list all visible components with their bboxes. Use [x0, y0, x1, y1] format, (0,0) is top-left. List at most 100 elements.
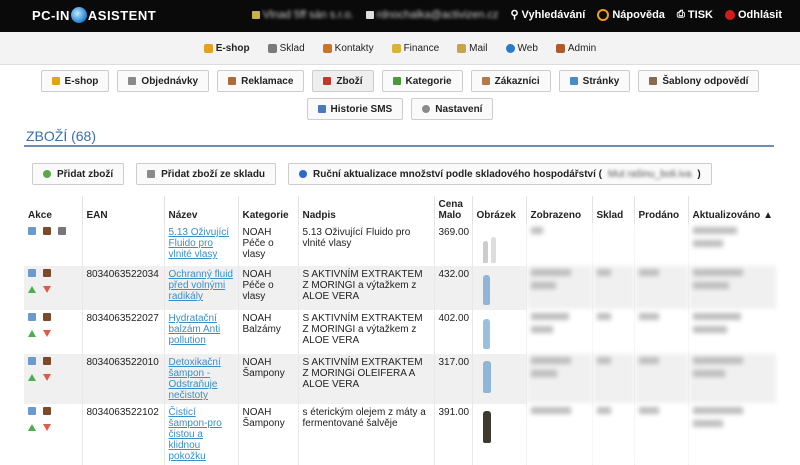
main-nav-kontakty[interactable]: Kontakty	[322, 43, 374, 54]
row-category: NOAH Péče o vlasy	[238, 224, 299, 266]
row-sold-blurred	[634, 266, 689, 310]
row-actions	[24, 266, 83, 310]
col-price[interactable]: Cena Malo	[434, 196, 473, 224]
col-actions[interactable]: Akce	[24, 196, 83, 224]
main-nav-eshop[interactable]: E-shop	[203, 43, 250, 54]
goods-icon	[323, 77, 332, 85]
sub-nav: E-shop Objednávky Reklamace Zboží Katego…	[6, 70, 794, 120]
add-from-stock-button[interactable]: Přidat zboží ze skladu	[136, 163, 277, 185]
row-price: 391.00	[434, 404, 473, 465]
copy-icon[interactable]	[43, 269, 51, 277]
trash-icon[interactable]	[58, 227, 66, 235]
row-shown-blurred	[526, 310, 593, 354]
table-row: 8034063522102 Čisticí šampon-pro čistou …	[24, 404, 776, 465]
col-sold[interactable]: Prodáno	[634, 196, 689, 224]
move-up-icon[interactable]	[28, 286, 36, 293]
main-nav-mail[interactable]: Mail	[457, 43, 488, 54]
product-name-link[interactable]: Hydratační balzám Anti pollution	[169, 313, 221, 346]
row-updated-blurred	[688, 404, 776, 465]
table-row: 8034063522027 Hydratační balzám Anti pol…	[24, 310, 776, 354]
row-image	[472, 310, 527, 354]
row-price: 369.00	[434, 224, 473, 266]
row-sold-blurred	[634, 354, 689, 404]
main-nav-admin[interactable]: Admin	[555, 43, 596, 54]
product-name-link[interactable]: 5.13 Oživující Fluido pro vlnité vlasy	[169, 227, 230, 260]
col-category[interactable]: Kategorie	[238, 196, 299, 224]
product-name-link[interactable]: Detoxikační šampon - Odstraňuje nečistot…	[169, 357, 221, 401]
product-name-link[interactable]: Ochranný fluid před volnými radikály	[169, 269, 233, 302]
hammer-icon	[228, 77, 237, 85]
move-up-icon[interactable]	[28, 424, 36, 431]
tab-templates[interactable]: Šablony odpovědí	[638, 70, 760, 92]
row-title: 5.13 Oživující Fluido pro vlnité vlasy	[298, 224, 435, 266]
copy-icon[interactable]	[43, 357, 51, 365]
row-ean: 8034063522027	[82, 310, 165, 354]
tab-complaints[interactable]: Reklamace	[217, 70, 305, 92]
col-name[interactable]: Název	[164, 196, 239, 224]
tab-customers[interactable]: Zákazníci	[470, 70, 551, 92]
tab-pages[interactable]: Stránky	[558, 70, 631, 92]
tab-orders[interactable]: Objednávky	[117, 70, 210, 92]
edit-icon[interactable]	[28, 407, 36, 415]
copy-icon[interactable]	[43, 407, 51, 415]
main-nav-web[interactable]: Web	[505, 43, 538, 54]
row-price: 402.00	[434, 310, 473, 354]
row-category: NOAH Šampony	[238, 354, 299, 404]
tab-eshop[interactable]: E-shop	[40, 70, 110, 92]
main-nav-finance[interactable]: Finance	[391, 43, 439, 54]
logout-link[interactable]: Odhlásit	[724, 8, 782, 21]
add-product-button[interactable]: Přidat zboží	[32, 163, 125, 185]
row-actions	[24, 224, 83, 266]
row-actions	[24, 354, 83, 404]
help-link[interactable]: Nápověda	[597, 8, 665, 21]
row-price: 432.00	[434, 266, 473, 310]
row-title: s éterickým olejem z máty a fermentované…	[298, 404, 435, 465]
col-shown[interactable]: Zobrazeno	[526, 196, 593, 224]
app-logo[interactable]: PC-IN ASISTENT	[32, 7, 156, 23]
edit-icon[interactable]	[28, 313, 36, 321]
globe-icon	[505, 43, 515, 53]
move-down-icon[interactable]	[43, 374, 51, 381]
move-up-icon[interactable]	[28, 374, 36, 381]
row-stock-blurred	[592, 224, 635, 266]
table-header: Akce EAN Název Kategorie Nadpis Cena Mal…	[24, 196, 776, 224]
copy-icon[interactable]	[43, 227, 51, 235]
tab-settings[interactable]: Nastavení	[411, 98, 494, 120]
row-shown-blurred	[526, 354, 593, 404]
print-link[interactable]: ⎙ TISK	[677, 8, 713, 21]
col-image[interactable]: Obrázek	[472, 196, 527, 224]
tab-goods[interactable]: Zboží	[312, 70, 374, 92]
action-buttons: Přidat zboží Přidat zboží ze skladu Ručn…	[32, 163, 712, 185]
tab-categories[interactable]: Kategorie	[381, 70, 463, 92]
col-updated[interactable]: Aktualizováno ▲	[688, 196, 776, 224]
print-label: TISK	[687, 8, 713, 21]
row-image	[472, 354, 527, 404]
copy-icon[interactable]	[43, 313, 51, 321]
tab-sms-history[interactable]: Historie SMS	[306, 98, 404, 120]
row-ean: 8034063522102	[82, 404, 165, 465]
row-price: 317.00	[434, 354, 473, 404]
edit-icon[interactable]	[28, 357, 36, 365]
main-nav-sklad[interactable]: Sklad	[267, 43, 305, 54]
edit-icon[interactable]	[28, 227, 36, 235]
col-stock[interactable]: Sklad	[592, 196, 635, 224]
row-title: S AKTIVNÍM EXTRAKTEM Z MORINGI a výtažke…	[298, 266, 435, 310]
top-bar: PC-IN ASISTENT Vlnad 5ff sán s.r.o. rdno…	[0, 0, 800, 32]
row-updated-blurred	[688, 224, 776, 266]
table-row: 8034063522034 Ochranný fluid před volným…	[24, 266, 776, 310]
move-down-icon[interactable]	[43, 286, 51, 293]
refresh-icon	[299, 170, 308, 178]
move-down-icon[interactable]	[43, 330, 51, 337]
move-up-icon[interactable]	[28, 330, 36, 337]
manual-update-button[interactable]: Ruční aktualizace množství podle skladov…	[288, 163, 712, 185]
row-title: S AKTIVNÍM EXTRAKTEM Z MORINGi OLEIFERA …	[298, 354, 435, 404]
row-shown-blurred	[526, 266, 593, 310]
move-down-icon[interactable]	[43, 424, 51, 431]
col-ean[interactable]: EAN	[82, 196, 165, 224]
search-link[interactable]: ⚲ Vyhledávání	[510, 8, 585, 22]
col-title[interactable]: Nadpis	[298, 196, 435, 224]
row-sold-blurred	[634, 310, 689, 354]
row-stock-blurred	[592, 404, 635, 465]
row-image	[472, 224, 527, 266]
edit-icon[interactable]	[28, 269, 36, 277]
